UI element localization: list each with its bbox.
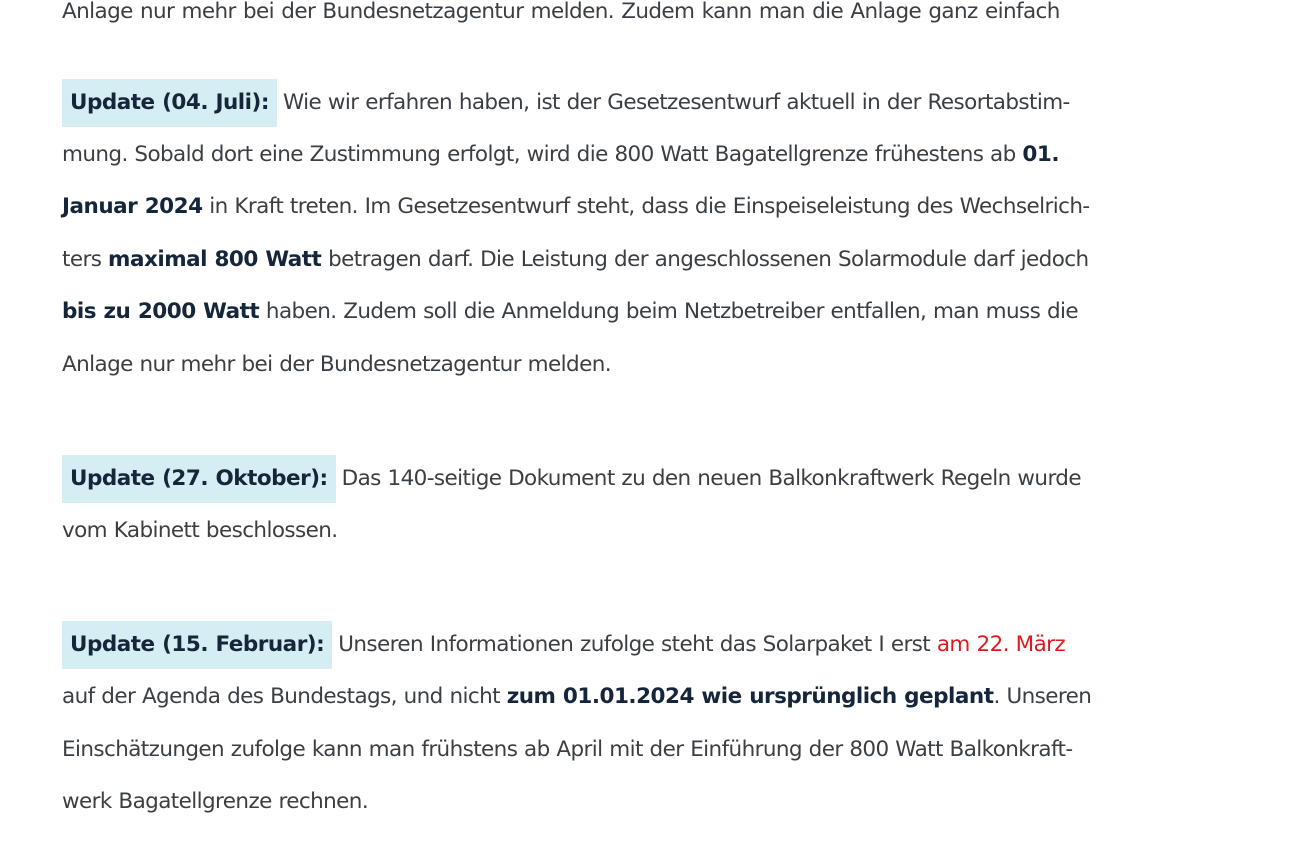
paragraph-line: mung. Sobald dort eine Zustimmung erfolg… [62,129,1060,181]
text-segment: mung. Sobald dort eine Zustimmung erfolg… [62,142,1023,167]
text-segment: werk Bagatellgrenze rechnen. [62,789,369,814]
paragraph-line: werk Bagatellgrenze rechnen. [62,776,369,828]
text-segment: Das 140-seitige Dokument zu den neuen Ba… [341,466,1082,491]
bold-text-segment: zum 01.01.2024 wie ursprünglich geplant [506,684,994,709]
paragraph-line: vom Kabinett beschlossen. [62,505,338,557]
text-segment: Anlage nur mehr bei der Bundesnetzagentu… [62,352,612,377]
text-segment: auf der Agenda des Bundestags, und nicht [62,684,507,709]
text-segment: vom Kabinett beschlossen. [62,518,338,543]
paragraph-line: ters maximal 800 Watt betragen darf. Die… [62,234,1089,286]
bold-text-segment: bis zu 2000 Watt [62,299,260,324]
update-label: Update (15. Februar): [62,621,333,669]
paragraph-line: Anlage nur mehr bei der Bundesnetzagentu… [62,339,612,391]
bold-text-segment: 01. [1022,142,1060,167]
bold-text-segment: maximal 800 Watt [108,247,322,272]
paragraph-line: Januar 2024 in Kraft treten. Im Gesetzes… [62,181,1090,233]
paragraph-line: Update (15. Februar): Unseren Information… [62,619,1066,671]
paragraph-line: bis zu 2000 Watt haben. Zudem soll die A… [62,286,1079,338]
red-highlight-text: am 22. März [936,632,1066,657]
update-label: Update (27. Oktober): [62,455,336,503]
paragraph-line: Update (27. Oktober): Das 140-seitige Dok… [62,453,1082,505]
text-segment: . Unseren [993,684,1092,709]
text-segment: Einschätzungen zufolge kann man frühsten… [62,737,1073,762]
update-label: Update (04. Juli): [62,79,277,127]
article-body: Anlage nur mehr bei der Bundesnetzagentu… [62,0,1167,861]
text-segment: ters [62,247,109,272]
paragraph-line: Einschätzungen zufolge kann man frühsten… [62,724,1073,776]
text-segment: Wie wir erfahren haben, ist der Gesetzes… [282,90,1070,115]
bold-text-segment: Januar 2024 [62,194,203,219]
text-segment: in Kraft treten. Im Gesetzesentwurf steh… [202,194,1090,219]
text-segment: haben. Zudem soll die Anmeldung beim Net… [259,299,1079,324]
text-segment: betragen darf. Die Leistung der angeschl… [321,247,1089,272]
cut-off-text-line: Anlage nur mehr bei der Bundesnetzagentu… [62,0,1060,24]
paragraph-line: Update (04. Juli): Wie wir erfahren haben… [62,77,1070,129]
paragraph-line: auf der Agenda des Bundestags, und nicht… [62,671,1092,723]
text-segment: Unseren Informationen zufolge steht das … [338,632,937,657]
